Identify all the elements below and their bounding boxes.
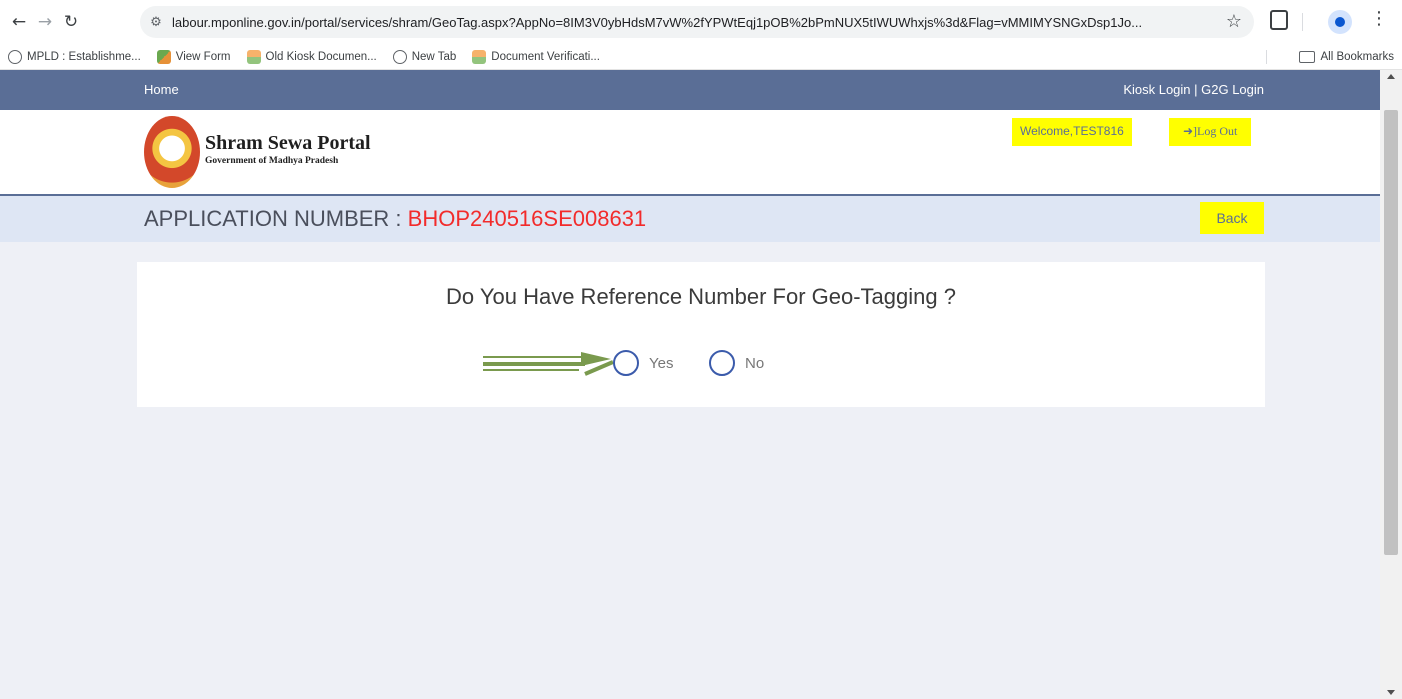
portal-title: Shram Sewa Portal <box>205 132 371 154</box>
portal-header: Shram Sewa Portal Government of Madhya P… <box>0 110 1380 196</box>
no-radio[interactable] <box>709 350 735 376</box>
browser-reload-icon[interactable]: ↻ <box>58 9 84 35</box>
portal-brand: Shram Sewa Portal Government of Madhya P… <box>205 132 371 166</box>
extensions-icon[interactable] <box>1270 10 1288 30</box>
globe-icon <box>8 49 22 64</box>
logout-button[interactable]: ➜]Log Out <box>1169 118 1252 146</box>
bookmark-label: Old Kiosk Documen... <box>265 50 377 63</box>
yes-radio[interactable] <box>613 350 639 376</box>
browser-toolbar: ← → ↻ ⚙ labour.mponline.gov.in/portal/se… <box>0 0 1402 44</box>
document-icon <box>472 49 487 64</box>
portal-subtitle: Government of Madhya Pradesh <box>205 156 339 166</box>
url-text[interactable]: labour.mponline.gov.in/portal/services/s… <box>172 15 1212 30</box>
bookmarks-divider <box>1266 50 1267 64</box>
all-bookmarks-label: All Bookmarks <box>1320 50 1395 63</box>
form-icon <box>156 49 171 64</box>
page-scrollbar[interactable] <box>1380 70 1402 699</box>
bookmark-item[interactable]: Document Verificati... <box>472 49 600 64</box>
bookmark-item[interactable]: View Form <box>156 49 231 64</box>
application-number-value: BHOP240516SE008631 <box>407 206 647 231</box>
scroll-down-icon[interactable] <box>1387 690 1395 695</box>
back-button[interactable]: Back <box>1200 202 1264 234</box>
welcome-badge: Welcome,TEST816 <box>1012 118 1132 146</box>
site-info-icon[interactable]: ⚙ <box>140 15 172 30</box>
top-nav: Home Kiosk Login | G2G Login <box>0 70 1380 110</box>
bookmark-item[interactable]: New Tab <box>392 49 457 64</box>
geo-tagging-card: Do You Have Reference Number For Geo-Tag… <box>137 262 1265 407</box>
profile-avatar-icon[interactable] <box>1328 10 1352 34</box>
annotation-arrow-icon <box>483 352 614 376</box>
bookmark-label: New Tab <box>411 50 457 63</box>
bookmark-label: MPLD : Establishme... <box>27 50 141 63</box>
document-icon <box>246 49 261 64</box>
bookmark-label: View Form <box>175 50 231 63</box>
application-number: APPLICATION NUMBER : BHOP240516SE008631 <box>144 206 646 232</box>
bookmark-item[interactable]: MPLD : Establishme... <box>8 49 141 64</box>
bookmark-star-icon[interactable]: ☆ <box>1226 11 1242 32</box>
page-viewport: Home Kiosk Login | G2G Login Shram Sewa … <box>0 70 1380 699</box>
all-bookmarks-button[interactable]: All Bookmarks <box>1298 50 1395 63</box>
application-bar: APPLICATION NUMBER : BHOP240516SE008631 … <box>0 196 1380 242</box>
browser-back-icon[interactable]: ← <box>6 9 32 35</box>
application-number-label: APPLICATION NUMBER : <box>144 206 408 231</box>
bookmark-label: Document Verificati... <box>491 50 600 63</box>
toolbar-divider <box>1302 13 1303 31</box>
browser-forward-icon[interactable]: → <box>32 9 58 35</box>
mp-emblem-logo <box>144 116 200 188</box>
globe-icon <box>392 49 407 64</box>
bookmark-item[interactable]: Old Kiosk Documen... <box>246 49 377 64</box>
scroll-thumb[interactable] <box>1384 110 1398 555</box>
yes-label[interactable]: Yes <box>649 355 673 372</box>
no-label[interactable]: No <box>745 355 764 372</box>
login-links[interactable]: Kiosk Login | G2G Login <box>1123 82 1264 97</box>
folder-icon <box>1298 50 1315 63</box>
bookmarks-bar: MPLD : Establishme... View Form Old Kios… <box>0 44 1402 70</box>
address-bar[interactable]: ⚙ labour.mponline.gov.in/portal/services… <box>140 6 1254 38</box>
scroll-up-icon[interactable] <box>1387 74 1395 79</box>
browser-menu-icon[interactable]: ⋮ <box>1370 8 1388 29</box>
geo-tagging-question: Do You Have Reference Number For Geo-Tag… <box>446 284 956 309</box>
home-link[interactable]: Home <box>144 82 179 97</box>
